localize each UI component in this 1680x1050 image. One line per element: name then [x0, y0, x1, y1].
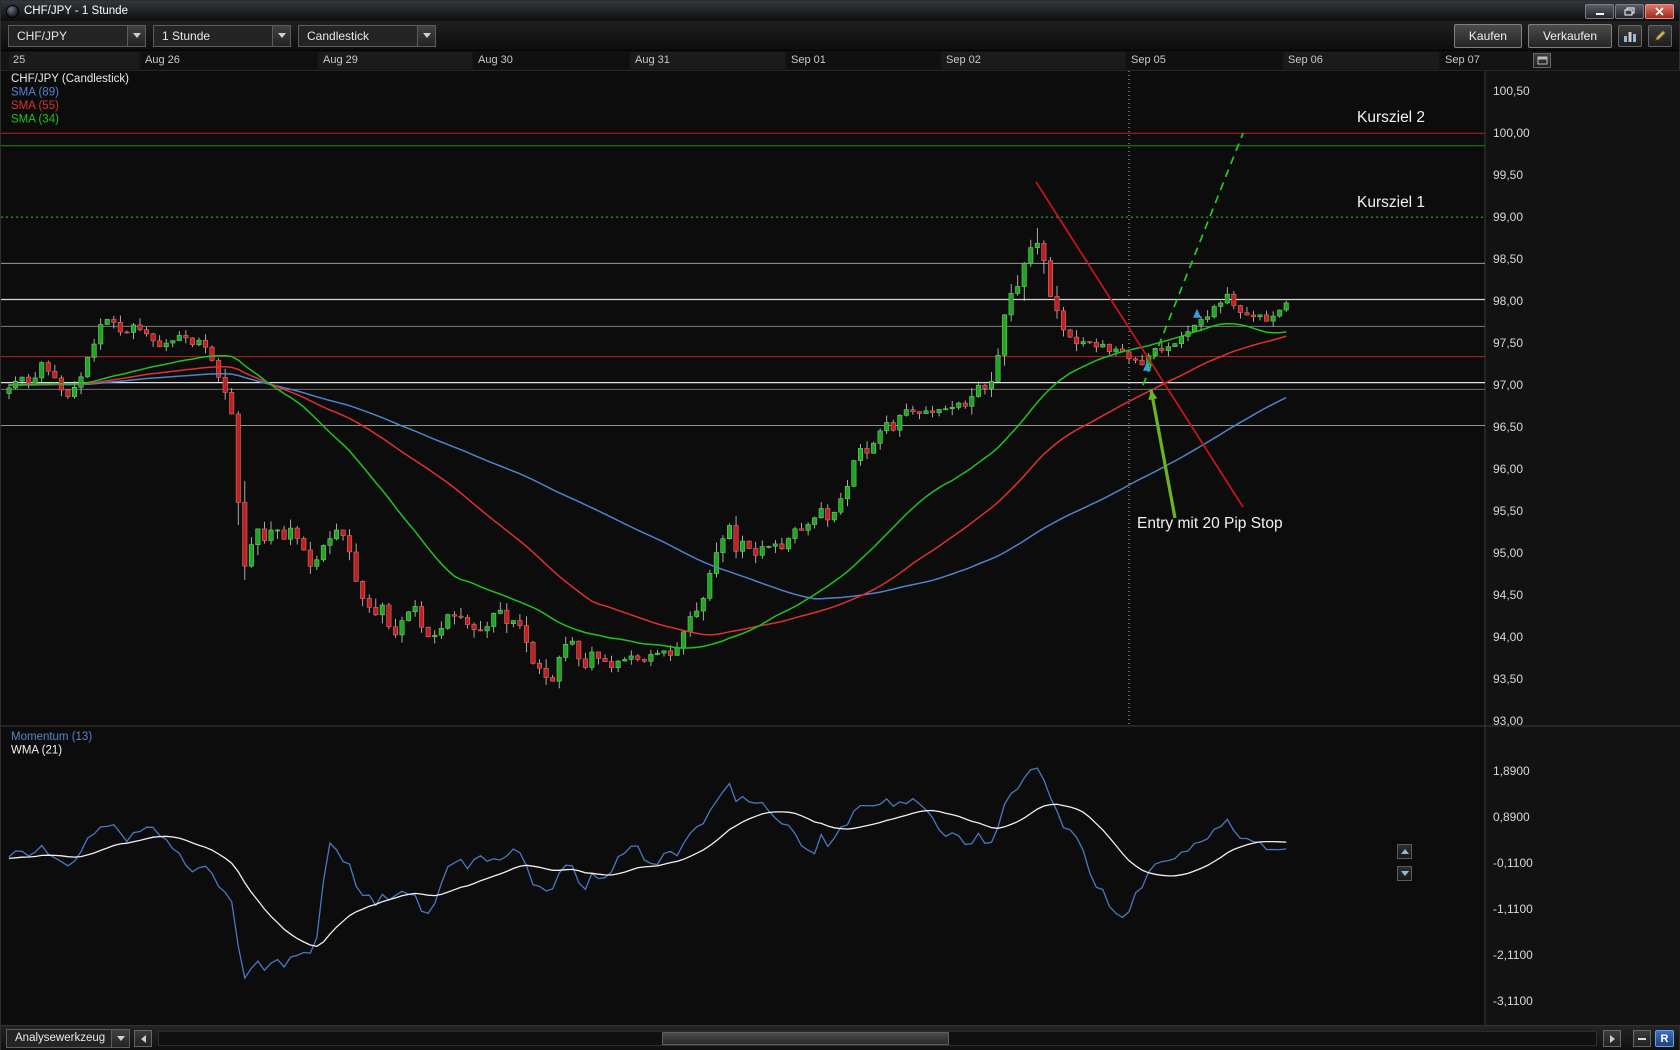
svg-text:SMA (34): SMA (34) — [11, 114, 59, 126]
svg-text:Momentum (13): Momentum (13) — [11, 731, 92, 743]
svg-text:WMA (21): WMA (21) — [11, 745, 62, 757]
period-select[interactable]: 1 Stunde — [153, 25, 291, 47]
date-tick: Sep 06 — [1288, 54, 1323, 66]
zoom-out-button[interactable] — [1633, 1030, 1651, 1047]
date-tick: Aug 29 — [323, 54, 358, 66]
svg-text:96,50: 96,50 — [1493, 420, 1523, 434]
date-tick: Sep 07 — [1445, 54, 1480, 66]
svg-text:-2,1100: -2,1100 — [1493, 948, 1533, 962]
toolbar: CHF/JPY 1 Stunde Candlestick Kaufen Verk… — [1, 21, 1679, 51]
chart-area[interactable]: Kursziel 2 Kursziel 1 Entry mit 20 Pip Sto… — [1, 71, 1679, 1025]
svg-text:Kursziel 2: Kursziel 2 — [1357, 109, 1425, 126]
svg-text:Kursziel 1: Kursziel 1 — [1357, 194, 1425, 211]
date-axis-segment — [9, 52, 139, 69]
svg-text:97,50: 97,50 — [1493, 336, 1523, 350]
minimize-button[interactable] — [1585, 4, 1614, 19]
date-tick: Aug 30 — [478, 54, 513, 66]
chevron-down-icon[interactable] — [417, 26, 435, 46]
period-select-value: 1 Stunde — [154, 26, 272, 46]
svg-text:SMA (55): SMA (55) — [11, 100, 59, 112]
date-tick: Aug 31 — [635, 54, 670, 66]
scrollbar-thumb[interactable] — [662, 1032, 949, 1045]
realtime-button[interactable]: R — [1655, 1030, 1674, 1047]
svg-text:0,8900: 0,8900 — [1493, 810, 1530, 824]
svg-text:94,50: 94,50 — [1493, 588, 1523, 602]
svg-text:99,00: 99,00 — [1493, 210, 1523, 224]
date-tick: Aug 26 — [145, 54, 180, 66]
svg-text:1,8900: 1,8900 — [1493, 764, 1530, 778]
analysis-tool-select[interactable]: Analysewerkzeug — [6, 1029, 130, 1048]
svg-text:98,50: 98,50 — [1493, 252, 1523, 266]
date-tick: Sep 02 — [946, 54, 981, 66]
date-tick: Sep 01 — [791, 54, 826, 66]
svg-text:100,50: 100,50 — [1493, 84, 1530, 98]
scroll-left-button[interactable] — [134, 1030, 152, 1047]
chevron-down-icon[interactable] — [272, 26, 290, 46]
date-tick: 25 — [13, 54, 25, 66]
svg-text:99,50: 99,50 — [1493, 168, 1523, 182]
window-controls — [1585, 4, 1674, 19]
symbol-select[interactable]: CHF/JPY — [8, 25, 146, 47]
scroll-right-button[interactable] — [1603, 1030, 1621, 1047]
indicator-scroll-down-icon[interactable] — [1397, 866, 1412, 881]
svg-text:94,00: 94,00 — [1493, 630, 1523, 644]
svg-text:95,50: 95,50 — [1493, 504, 1523, 518]
chart-type-select-value: Candlestick — [299, 26, 417, 46]
bottom-bar: Analysewerkzeug R — [1, 1025, 1679, 1050]
close-button[interactable] — [1645, 4, 1674, 19]
chevron-down-icon[interactable] — [111, 1030, 129, 1047]
restore-chart-icon[interactable] — [1533, 53, 1551, 68]
svg-text:-3,1100: -3,1100 — [1493, 994, 1533, 1008]
window-title: CHF/JPY - 1 Stunde — [24, 5, 128, 17]
chart-type-select[interactable]: Candlestick — [298, 25, 436, 47]
svg-text:93,00: 93,00 — [1493, 714, 1523, 728]
svg-text:CHF/JPY (Candlestick): CHF/JPY (Candlestick) — [11, 73, 129, 85]
svg-text:98,00: 98,00 — [1493, 294, 1523, 308]
svg-text:-1,1100: -1,1100 — [1493, 902, 1533, 916]
svg-text:-0,1100: -0,1100 — [1493, 856, 1533, 870]
toolbar-right-group: Kaufen Verkaufen — [1454, 24, 1672, 48]
date-axis: 25 Aug 26 Aug 29 Aug 30 Aug 31 Sep 01 Sep 02 Se… — [1, 51, 1679, 71]
indicator-icon[interactable] — [1618, 25, 1642, 47]
maximize-button[interactable] — [1615, 4, 1644, 19]
buy-button[interactable]: Kaufen — [1454, 24, 1522, 48]
app-icon — [6, 5, 19, 18]
horizontal-scrollbar[interactable] — [158, 1031, 1597, 1046]
svg-text:100,00: 100,00 — [1493, 126, 1530, 140]
draw-icon[interactable] — [1648, 25, 1672, 47]
chevron-down-icon[interactable] — [127, 26, 145, 46]
chart-svg: Kursziel 2 Kursziel 1 Entry mit 20 Pip Sto… — [1, 71, 1680, 1025]
svg-text:SMA (89): SMA (89) — [11, 87, 59, 99]
analysis-tool-value: Analysewerkzeug — [7, 1030, 111, 1047]
sell-button[interactable]: Verkaufen — [1528, 24, 1612, 48]
date-tick: Sep 05 — [1131, 54, 1166, 66]
title-bar: CHF/JPY - 1 Stunde — [1, 1, 1679, 21]
svg-text:Entry mit 20 Pip Stop: Entry mit 20 Pip Stop — [1137, 515, 1283, 532]
svg-text:96,00: 96,00 — [1493, 462, 1523, 476]
svg-text:93,50: 93,50 — [1493, 672, 1523, 686]
svg-text:95,00: 95,00 — [1493, 546, 1523, 560]
app-window: CHF/JPY - 1 Stunde CHF/JPY 1 Stunde Cand… — [0, 0, 1680, 1050]
indicator-scroll-up-icon[interactable] — [1397, 844, 1412, 859]
symbol-select-value: CHF/JPY — [9, 26, 127, 46]
svg-text:97,00: 97,00 — [1493, 378, 1523, 392]
